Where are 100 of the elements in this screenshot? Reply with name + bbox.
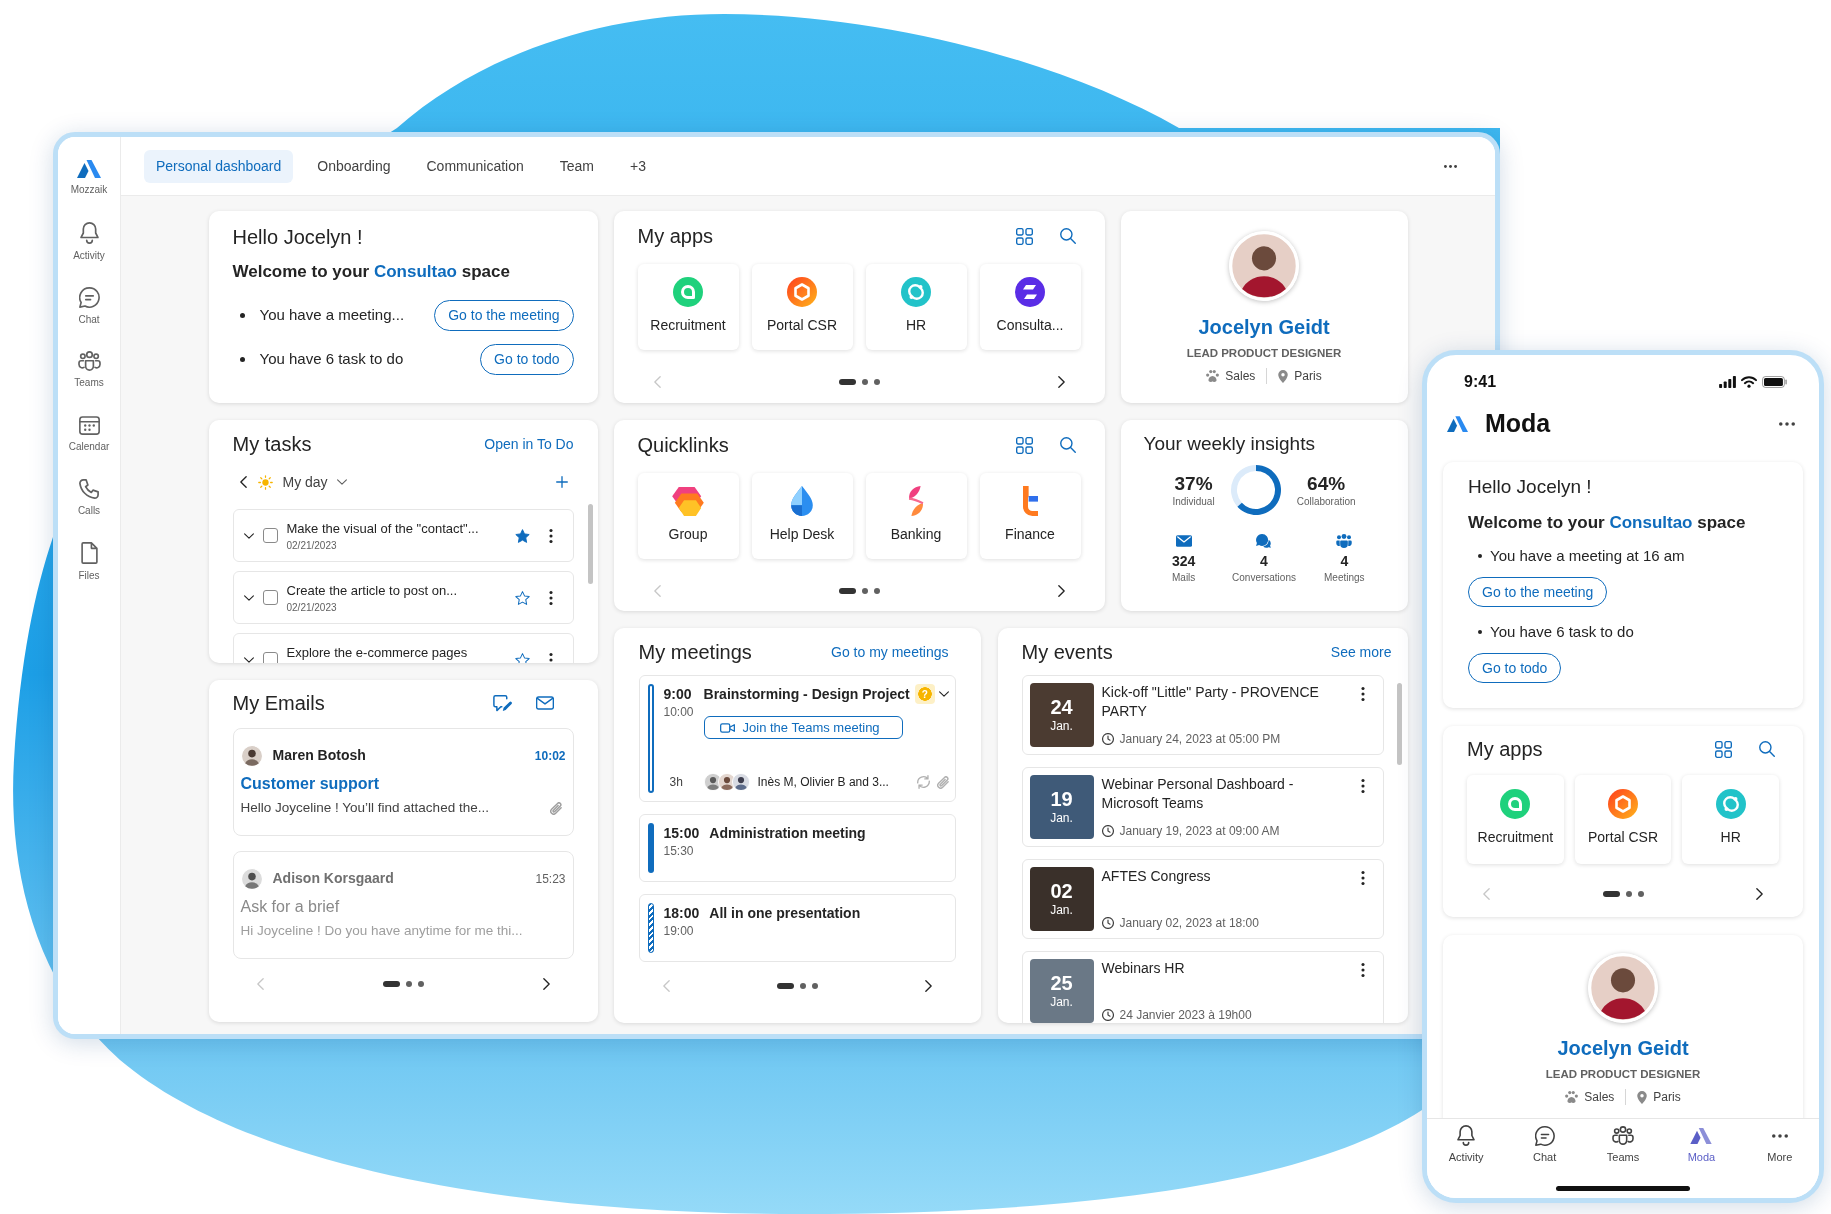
stat-label: Meetings	[1324, 571, 1365, 584]
app-tile[interactable]: Recruitment	[1467, 775, 1564, 864]
scrollbar[interactable]	[1396, 683, 1402, 765]
action-button[interactable]: Go to the meeting	[434, 299, 574, 331]
status-time: 9:41	[1464, 371, 1497, 392]
chevron-down-icon[interactable]	[243, 656, 254, 663]
more-icon[interactable]	[1360, 687, 1365, 701]
quicklink-tile[interactable]: Banking	[865, 473, 967, 559]
chevron-right-icon[interactable]	[542, 978, 550, 990]
stat-value: 4	[1260, 553, 1268, 570]
checkbox[interactable]	[262, 590, 278, 605]
app-tile[interactable]: Recruitment	[637, 264, 739, 350]
more-icon[interactable]	[1360, 871, 1365, 885]
action-button[interactable]: Go to todo	[480, 343, 574, 375]
tab[interactable]: Onboarding	[305, 149, 403, 183]
petal-logo-icon[interactable]	[908, 486, 924, 516]
sidebar-item[interactable]: Mozzaik	[58, 146, 120, 210]
sidebar-item[interactable]: Calendar	[58, 402, 120, 466]
open-link[interactable]: Open in To Do	[484, 433, 574, 455]
search-icon[interactable]	[1059, 228, 1076, 244]
more-icon[interactable]	[1779, 422, 1795, 426]
app-tile[interactable]: Consulta...	[979, 264, 1081, 350]
chevron-down-icon[interactable]	[243, 532, 254, 539]
more-icon[interactable]	[548, 652, 553, 663]
chevron-right-icon[interactable]	[1057, 585, 1065, 597]
meeting-item[interactable]: 9:00 10:00 3h Brainstorming - Design Project ? Join the Teams meeting Inès M, Olivier B and 3...	[638, 675, 956, 802]
chevron-down-icon[interactable]	[243, 594, 254, 601]
checkbox[interactable]	[262, 652, 278, 663]
star-icon[interactable]	[514, 528, 530, 543]
app-tile[interactable]: HR	[865, 264, 967, 350]
quicklink-tile[interactable]: Finance	[979, 473, 1081, 559]
mail-icon[interactable]	[535, 696, 554, 710]
department-text: Sales	[1584, 1089, 1615, 1106]
task-item[interactable]: Make the visual of the "contact"... 02/21/2023	[232, 509, 574, 562]
compose-icon[interactable]	[492, 694, 512, 712]
ribbon-logo-icon[interactable]	[1022, 486, 1038, 516]
grid-icon[interactable]	[1715, 740, 1732, 758]
hexagon-stack-icon[interactable]	[672, 486, 704, 516]
chevron-down-icon[interactable]	[938, 691, 949, 697]
join-button[interactable]: Join the Teams meeting	[703, 716, 903, 739]
envelope-icon	[1175, 535, 1192, 547]
more-icon[interactable]	[548, 590, 553, 605]
tab[interactable]: +3	[618, 149, 658, 183]
droplet-icon[interactable]	[791, 486, 813, 516]
sidebar-item[interactable]: Activity	[58, 210, 120, 274]
chevron-right-icon[interactable]	[924, 980, 932, 992]
sidebar-item[interactable]: Teams	[58, 338, 120, 402]
grid-icon[interactable]	[1015, 436, 1033, 454]
quicklink-tile[interactable]: Group	[637, 473, 739, 559]
meeting-item[interactable]: 18:00 19:00 All in one presentation	[638, 894, 956, 962]
search-icon[interactable]	[1759, 741, 1775, 757]
see-more-link[interactable]: See more	[1330, 641, 1392, 663]
list-dropdown[interactable]: My day	[282, 471, 347, 493]
chevron-right-icon[interactable]	[1756, 888, 1763, 900]
event-item[interactable]: 19 Jan. Webinar Personal Dashboard - Microsoft Teams January 19, 2023 at 09:00 AM	[1021, 767, 1384, 847]
action-button[interactable]: Go to todo	[1468, 653, 1562, 683]
email-item[interactable]: Maren Botosh 10:02 Customer support Hello Joyceline ! You’ll find attached the...	[232, 728, 574, 836]
more-icon[interactable]	[1444, 164, 1457, 168]
meetings-link[interactable]: Go to my meetings	[831, 641, 949, 663]
grid-icon[interactable]	[1015, 227, 1033, 245]
app-logo-icon[interactable]	[1608, 789, 1638, 819]
sidebar-item[interactable]: Chat	[58, 274, 120, 338]
sender-name: Maren Botosh	[272, 746, 366, 765]
app-logo-icon[interactable]	[1015, 277, 1045, 307]
nav-item[interactable]: More	[1740, 1125, 1819, 1164]
chevron-right-icon[interactable]	[1057, 376, 1065, 388]
event-item[interactable]: 24 Jan. Kick-off "Little" Party - PROVENCE PARTY January 24, 2023 at 05:00 PM	[1021, 675, 1384, 755]
event-item[interactable]: 02 Jan. AFTES Congress January 02, 2023 at 18:00	[1021, 859, 1384, 939]
app-tile[interactable]: Portal CSR	[751, 264, 853, 350]
task-item[interactable]: Create the article to post on... 02/21/2023	[232, 571, 574, 624]
action-button[interactable]: Go to the meeting	[1468, 577, 1608, 607]
checkbox[interactable]	[262, 528, 278, 543]
tab[interactable]: Personal dashboard	[144, 149, 294, 183]
greeting-title: Hello Jocelyn !	[1468, 475, 1593, 499]
sidebar-item[interactable]: Calls	[58, 466, 120, 530]
tab[interactable]: Communication	[414, 149, 536, 183]
more-icon[interactable]	[1360, 779, 1365, 793]
scrollbar[interactable]	[587, 504, 593, 584]
nav-item[interactable]: Teams	[1583, 1125, 1663, 1164]
quicklink-tile[interactable]: Help Desk	[751, 473, 853, 559]
sidebar-item[interactable]: Files	[58, 530, 120, 594]
app-tile[interactable]: Portal CSR	[1574, 775, 1672, 864]
tab[interactable]: Team	[547, 149, 606, 183]
star-icon[interactable]	[514, 590, 530, 605]
event-date: 24 Janvier 2023 à 19h00	[1119, 1007, 1252, 1023]
more-icon[interactable]	[548, 528, 553, 543]
nav-item[interactable]: Activity	[1427, 1125, 1506, 1164]
more-icon[interactable]	[1360, 963, 1365, 977]
app-tile[interactable]: HR	[1682, 775, 1779, 864]
nav-item[interactable]: Chat	[1505, 1125, 1584, 1164]
task-item[interactable]: Explore the e-commerce pages	[232, 633, 574, 663]
add-icon[interactable]	[555, 476, 568, 488]
event-item[interactable]: 25 Jan. Webinars HR 24 Janvier 2023 à 19h00	[1021, 951, 1384, 1023]
star-icon[interactable]	[514, 652, 530, 663]
email-item[interactable]: Adison Korsgaard 15:23 Ask for a brief Hi Joyceline ! Do you have anytime for me thi...	[232, 851, 574, 959]
meeting-item[interactable]: 15:00 15:30 Administration meeting	[638, 814, 956, 882]
chevron-left-icon[interactable]	[239, 476, 247, 488]
app-logo-icon[interactable]	[787, 277, 817, 307]
search-icon[interactable]	[1059, 437, 1076, 453]
nav-item[interactable]: Moda	[1662, 1125, 1741, 1164]
